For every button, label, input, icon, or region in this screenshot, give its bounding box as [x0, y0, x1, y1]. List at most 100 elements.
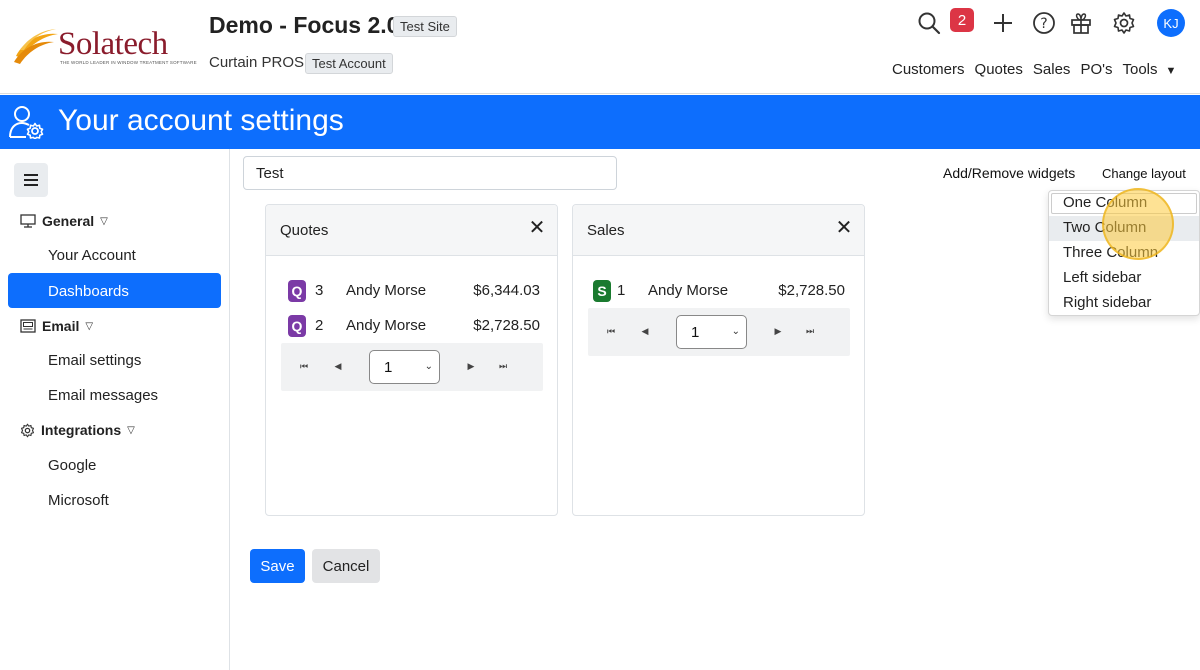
dashboard-name-input[interactable] — [243, 156, 617, 190]
caret-down-icon: ▼ — [1165, 65, 1177, 77]
quote-count: 2 — [315, 317, 324, 334]
caret-down-icon: ▽ — [127, 424, 135, 436]
widget-pager: ⏮ ◀ 1 ⌄ ▶ ⏭ — [588, 308, 850, 356]
user-gear-icon — [9, 106, 44, 139]
widget-title: Sales — [587, 222, 625, 239]
section-label: Email — [42, 318, 80, 334]
account-badge: Test Account — [305, 53, 393, 74]
nav-tools-label: Tools — [1122, 61, 1158, 78]
prev-page-icon[interactable]: ◀ — [331, 359, 345, 373]
caret-down-icon: ▽ — [100, 215, 108, 227]
save-button[interactable]: Save — [250, 549, 305, 583]
change-layout-link[interactable]: Change layout — [1102, 166, 1186, 181]
chevron-down-icon: ⌄ — [731, 326, 740, 337]
sale-badge: S — [593, 280, 611, 302]
nav-sales[interactable]: Sales — [1033, 61, 1071, 78]
nav-quotes[interactable]: Quotes — [975, 61, 1023, 78]
sale-amount: $2,728.50 — [778, 282, 845, 299]
customer-name: Andy Morse — [346, 282, 427, 299]
layout-option-three-column[interactable]: Three Column — [1049, 241, 1199, 266]
app-header: Solatech THE WORLD LEADER IN WINDOW TREA… — [0, 0, 1200, 94]
widget-title: Quotes — [280, 222, 329, 239]
last-page-icon[interactable]: ⏭ — [496, 359, 510, 373]
widget-header: Sales ✕ — [573, 205, 864, 256]
caret-down-icon: ▽ — [85, 320, 94, 332]
plus-icon[interactable] — [990, 10, 1016, 36]
next-page-icon[interactable]: ▶ — [771, 324, 785, 338]
help-icon[interactable]: ? — [1031, 10, 1057, 36]
page-select-value: 1 — [691, 324, 700, 341]
svg-text:?: ? — [1040, 16, 1047, 32]
logo-tagline: THE WORLD LEADER IN WINDOW TREATMENT SOF… — [60, 60, 197, 65]
next-page-icon[interactable]: ▶ — [464, 359, 478, 373]
nav-customers[interactable]: Customers — [892, 61, 965, 78]
quote-badge: Q — [288, 280, 306, 302]
monitor-icon — [20, 214, 36, 228]
widget-pager: ⏮ ◀ 1 ⌄ ▶ ⏭ — [281, 343, 543, 391]
nav-tools[interactable]: Tools ▼ — [1122, 61, 1186, 78]
page-select[interactable]: 1 ⌄ — [369, 350, 440, 384]
close-icon[interactable]: ✕ — [836, 218, 853, 238]
quotes-widget: Quotes ✕ Q 3 Andy Morse $6,344.03 Q 2 An… — [265, 204, 558, 516]
option-label: One Column — [1063, 194, 1148, 211]
sidebar-item-email-settings[interactable]: Email settings — [48, 352, 141, 369]
customer-name: Andy Morse — [346, 317, 427, 334]
user-avatar[interactable]: KJ — [1157, 9, 1185, 37]
settings-sidebar: General ▽ Your Account Dashboards Email … — [0, 149, 230, 670]
page-select[interactable]: 1 ⌄ — [676, 315, 747, 349]
section-label: Integrations — [41, 422, 122, 438]
layout-option-two-column[interactable]: Two Column — [1049, 216, 1199, 241]
sidebar-section-general[interactable]: General ▽ — [20, 213, 108, 229]
sidebar-item-microsoft[interactable]: Microsoft — [48, 492, 109, 509]
close-icon[interactable]: ✕ — [529, 218, 546, 238]
last-page-icon[interactable]: ⏭ — [803, 324, 817, 338]
gift-icon[interactable] — [1068, 10, 1094, 36]
page-select-value: 1 — [384, 359, 393, 376]
sidebar-toggle-button[interactable] — [14, 163, 48, 197]
layout-option-one-column[interactable]: One Column — [1049, 191, 1199, 216]
notification-badge[interactable]: 2 — [950, 8, 974, 32]
first-page-icon[interactable]: ⏮ — [297, 359, 311, 373]
sale-count: 1 — [617, 282, 626, 299]
quote-count: 3 — [315, 282, 324, 299]
add-remove-widgets-link[interactable]: Add/Remove widgets — [943, 165, 1075, 181]
cancel-button[interactable]: Cancel — [312, 549, 380, 583]
layout-option-left-sidebar[interactable]: Left sidebar — [1049, 266, 1199, 291]
sidebar-item-google[interactable]: Google — [48, 457, 96, 474]
sidebar-section-email[interactable]: Email ▽ — [20, 318, 93, 334]
quote-amount: $6,344.03 — [473, 282, 540, 299]
first-page-icon[interactable]: ⏮ — [604, 324, 618, 338]
logo-wordmark: Solatech — [58, 26, 168, 62]
layout-dropdown-menu: One Column Two Column Three Column Left … — [1048, 190, 1200, 316]
layout-option-right-sidebar[interactable]: Right sidebar — [1049, 291, 1199, 316]
hamburger-icon — [24, 174, 38, 186]
logo-swoosh-icon — [14, 29, 58, 64]
company-name: Curtain PROS — [209, 54, 305, 71]
list-item[interactable]: S 1 Andy Morse $2,728.50 — [593, 279, 845, 303]
sidebar-item-your-account[interactable]: Your Account — [48, 247, 136, 264]
sidebar-item-dashboards[interactable]: Dashboards — [8, 273, 221, 308]
nav-pos[interactable]: PO's — [1080, 61, 1112, 78]
gear-icon — [21, 423, 34, 437]
list-item[interactable]: Q 2 Andy Morse $2,728.50 — [288, 314, 540, 338]
widget-header: Quotes ✕ — [266, 205, 557, 256]
solatech-logo[interactable]: Solatech THE WORLD LEADER IN WINDOW TREA… — [12, 26, 197, 68]
chevron-down-icon: ⌄ — [424, 361, 433, 372]
sidebar-section-integrations[interactable]: Integrations ▽ — [20, 422, 135, 438]
sidebar-item-email-messages[interactable]: Email messages — [48, 387, 158, 404]
customer-name: Andy Morse — [648, 282, 729, 299]
quote-amount: $2,728.50 — [473, 317, 540, 334]
gear-icon[interactable] — [1111, 10, 1137, 36]
search-icon[interactable] — [916, 10, 942, 36]
site-badge: Test Site — [393, 16, 457, 37]
list-item[interactable]: Q 3 Andy Morse $6,344.03 — [288, 279, 540, 303]
section-label: General — [42, 213, 95, 229]
email-icon — [20, 319, 36, 333]
quote-badge: Q — [288, 315, 306, 337]
app-title: Demo - Focus 2.0 — [209, 12, 400, 38]
page-title-bar: Your account settings — [0, 95, 1200, 149]
page-title: Your account settings — [58, 104, 344, 137]
main-nav: Customers Quotes Sales PO's Tools ▼ — [892, 61, 1196, 78]
prev-page-icon[interactable]: ◀ — [638, 324, 652, 338]
sales-widget: Sales ✕ S 1 Andy Morse $2,728.50 ⏮ ◀ 1 ⌄… — [572, 204, 865, 516]
